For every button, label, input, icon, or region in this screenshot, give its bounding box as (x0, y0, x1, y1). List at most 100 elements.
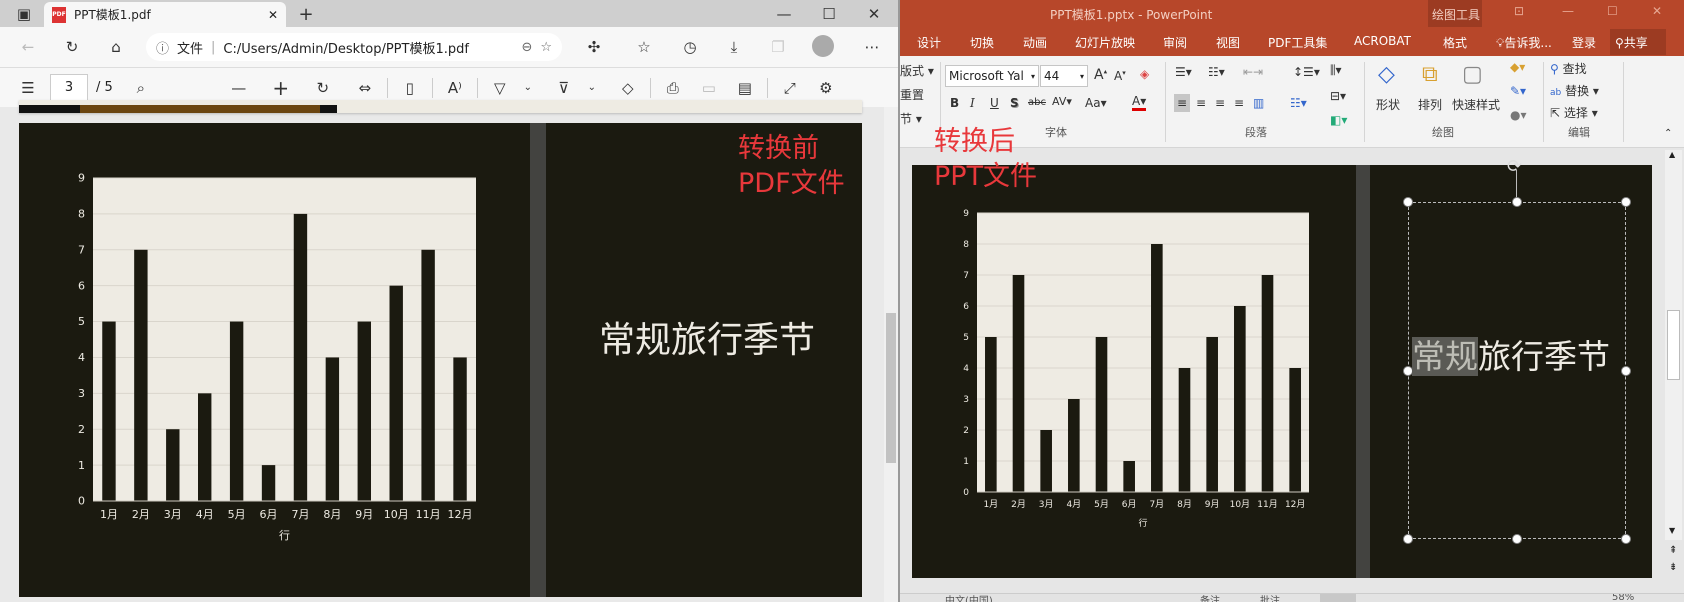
resize-handle[interactable] (1512, 534, 1522, 544)
arrange-button[interactable]: 排列 (1418, 96, 1442, 113)
address-bar[interactable]: ⓘ 文件 | C:/Users/Admin/Desktop/PPT模板1.pdf… (146, 33, 562, 61)
scrollbar-thumb[interactable] (1667, 310, 1680, 380)
close-icon[interactable]: ✕ (1652, 4, 1662, 18)
url-text[interactable]: C:/Users/Admin/Desktop/PPT模板1.pdf (223, 38, 513, 57)
back-icon[interactable]: ← (14, 33, 42, 61)
resize-handle[interactable] (1512, 197, 1522, 207)
section-button[interactable]: 节 ▾ (900, 110, 922, 127)
home-icon[interactable]: ⌂ (102, 33, 130, 61)
vertical-scrollbar[interactable]: ▲ ▼ (1665, 150, 1682, 540)
page-number-input[interactable]: 3 (50, 73, 88, 102)
scrollbar-thumb[interactable] (886, 313, 896, 463)
italic-button[interactable]: I (970, 96, 975, 110)
eraser-icon[interactable]: ◇ (614, 74, 642, 102)
add-favorite-icon[interactable]: ☆ (540, 40, 552, 55)
tab-actions-icon[interactable]: ▣ (10, 0, 38, 28)
more-menu-icon[interactable]: ⋯ (858, 33, 886, 61)
zoom-out-icon[interactable]: ⊖ (521, 40, 532, 55)
browser-tab[interactable]: PDF PPT模板1.pdf ✕ (44, 2, 286, 27)
share-button[interactable]: ⚲共享 (1615, 34, 1648, 51)
reset-button[interactable]: 重置 (900, 86, 924, 103)
justify-button[interactable]: ≡ (1234, 96, 1244, 110)
distribute-button[interactable]: ▥ (1253, 96, 1264, 110)
layout-button[interactable]: 版式 ▾ (900, 62, 934, 79)
quick-styles-icon[interactable]: ▢ (1462, 62, 1483, 87)
favorites-icon[interactable]: ☆ (630, 33, 658, 61)
quick-styles-button[interactable]: 快速样式 (1452, 96, 1500, 113)
tab-review[interactable]: 审阅 (1163, 34, 1187, 51)
resize-handle[interactable] (1403, 197, 1413, 207)
close-tab-icon[interactable]: ✕ (268, 8, 278, 22)
tab-format[interactable]: 格式 (1443, 34, 1467, 51)
login-button[interactable]: 登录 (1572, 34, 1596, 51)
align-right-button[interactable]: ≡ (1215, 96, 1225, 110)
scroll-up-icon[interactable]: ▲ (1669, 150, 1675, 159)
tab-transitions[interactable]: 切换 (970, 34, 994, 51)
tab-slideshow[interactable]: 幻灯片放映 (1075, 34, 1135, 51)
find-button[interactable]: ⚲ 查找 (1550, 60, 1587, 77)
ribbon-display-icon[interactable]: ⊡ (1514, 4, 1524, 18)
previous-slide-icon[interactable]: ⇞ (1669, 545, 1677, 556)
read-aloud-icon[interactable]: A⁾ (441, 74, 469, 102)
resize-handle[interactable] (1621, 366, 1631, 376)
comments-button[interactable]: 批注 (1260, 594, 1280, 602)
strikethrough-button[interactable]: abc (1028, 97, 1046, 108)
contents-list-icon[interactable]: ☰ (14, 74, 42, 102)
bullets-icon[interactable]: ☰▾ (1175, 65, 1192, 79)
replace-button[interactable]: ab 替换 ▾ (1550, 82, 1599, 99)
refresh-icon[interactable]: ↻ (58, 33, 86, 61)
smartart-icon[interactable]: ◧▾ (1330, 113, 1347, 127)
vertical-scrollbar[interactable] (884, 107, 898, 602)
shadow-button[interactable]: S (1010, 96, 1019, 110)
shrink-font-icon[interactable]: A▾ (1114, 69, 1126, 83)
shapes-icon[interactable]: ◇ (1378, 62, 1395, 87)
tell-me-search[interactable]: 💡︎告诉我... (1496, 34, 1552, 51)
download-icon[interactable]: ⤓ (720, 33, 748, 61)
next-slide-icon[interactable]: ⇟ (1669, 562, 1677, 573)
arrange-icon[interactable]: ⧉ (1422, 62, 1438, 87)
align-left-button[interactable]: ≡ (1174, 94, 1191, 112)
close-window-icon[interactable]: ✕ (860, 0, 888, 28)
resize-handle[interactable] (1621, 197, 1631, 207)
numbering-icon[interactable]: ☷▾ (1208, 65, 1225, 79)
language-status[interactable]: 中文(中国) (945, 594, 993, 602)
align-text-icon[interactable]: ⊟▾ (1330, 89, 1346, 103)
rotate-handle-icon[interactable]: ⟳ (1507, 156, 1522, 177)
search-icon[interactable]: ⌕ (127, 74, 155, 102)
tab-view[interactable]: 视图 (1216, 34, 1240, 51)
shape-outline-icon[interactable]: ✎▾ (1510, 84, 1526, 98)
normal-view-button[interactable] (1320, 594, 1356, 602)
decrease-indent-icon[interactable]: ⇤⇥ (1243, 65, 1263, 79)
notes-button[interactable]: 备注 (1200, 594, 1220, 602)
maximize-icon[interactable]: ☐ (815, 0, 843, 28)
scroll-down-icon[interactable]: ▼ (1669, 526, 1675, 535)
rotate-icon[interactable]: ↻ (309, 74, 337, 102)
history-icon[interactable]: ◷ (676, 33, 704, 61)
tab-animations[interactable]: 动画 (1023, 34, 1047, 51)
slide-title[interactable]: 常规旅行季节 (1412, 330, 1610, 378)
resize-handle[interactable] (1621, 534, 1631, 544)
change-case-button[interactable]: Aa▾ (1085, 96, 1107, 110)
clear-formatting-icon[interactable]: ◈ (1140, 67, 1149, 81)
settings-gear-icon[interactable]: ⚙ (812, 74, 840, 102)
grow-font-icon[interactable]: A▴ (1094, 67, 1107, 83)
align-center-button[interactable]: ≡ (1196, 96, 1206, 110)
zoom-level[interactable]: 58% (1612, 594, 1634, 602)
line-spacing-icon[interactable]: ↕☰▾ (1293, 65, 1320, 79)
extensions-icon[interactable]: ✣ (580, 33, 608, 61)
minimize-icon[interactable]: — (1562, 4, 1574, 18)
columns-button[interactable]: ☷▾ (1290, 96, 1307, 110)
collapse-ribbon-icon[interactable]: ⌃ (1664, 128, 1672, 139)
minimize-icon[interactable]: — (770, 0, 798, 28)
tab-design[interactable]: 设计 (917, 34, 941, 51)
profile-avatar[interactable] (812, 35, 834, 57)
resize-handle[interactable] (1403, 534, 1413, 544)
highlight-icon[interactable]: ⊽ (550, 74, 578, 102)
zoom-in-button[interactable]: + (267, 74, 295, 102)
font-size-select[interactable]: 44 ▾ (1040, 65, 1088, 87)
tab-acrobat[interactable]: ACROBAT (1354, 34, 1411, 48)
shape-effects-icon[interactable]: ●▾ (1510, 108, 1527, 122)
draw-icon[interactable]: ▽ (486, 74, 514, 102)
new-tab-icon[interactable]: + (292, 0, 320, 28)
print-icon[interactable]: ⎙ (659, 74, 687, 102)
